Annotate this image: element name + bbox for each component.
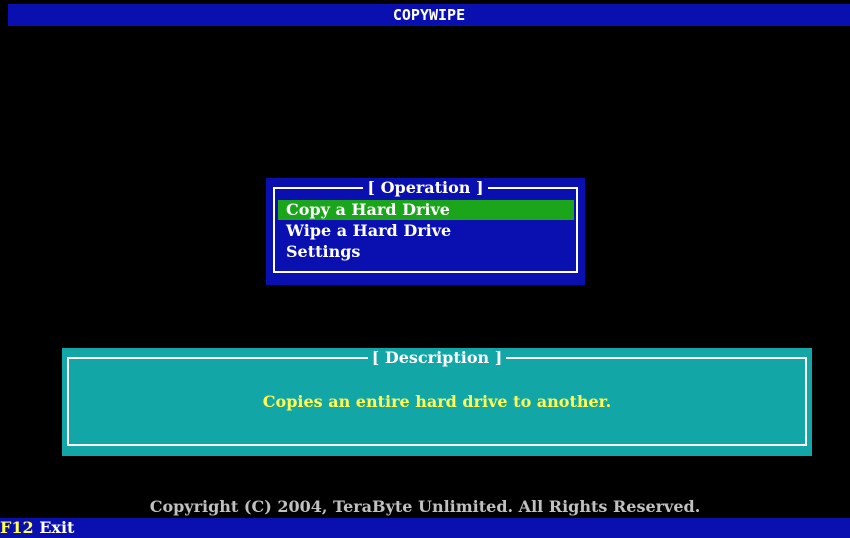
exit-key: F12 (0, 518, 34, 537)
description-title-wrap: [ Description ] (62, 348, 812, 368)
operation-menu: [ Operation ] Copy a Hard Drive Wipe a H… (266, 178, 585, 285)
description-title: [ Description ] (367, 348, 507, 367)
menu-item-wipe-hard-drive[interactable]: Wipe a Hard Drive (278, 221, 574, 241)
dos-screen: COPYWIPE [ Operation ] Copy a Hard Drive… (0, 0, 850, 538)
menu-item-settings[interactable]: Settings (278, 242, 574, 262)
description-panel: [ Description ] Copies an entire hard dr… (62, 348, 812, 456)
exit-label: Exit (39, 518, 75, 537)
operation-menu-title-wrap: [ Operation ] (266, 178, 585, 198)
description-text: Copies an entire hard drive to another. (262, 392, 612, 411)
app-title: COPYWIPE (392, 6, 466, 24)
status-bar: F12 Exit (0, 518, 850, 538)
menu-item-copy-hard-drive[interactable]: Copy a Hard Drive (278, 200, 574, 220)
exit-button[interactable]: F12 Exit (0, 518, 74, 538)
operation-menu-title: [ Operation ] (363, 178, 488, 197)
title-bar: COPYWIPE (8, 4, 850, 26)
copyright-text: Copyright (C) 2004, TeraByte Unlimited. … (149, 497, 701, 516)
